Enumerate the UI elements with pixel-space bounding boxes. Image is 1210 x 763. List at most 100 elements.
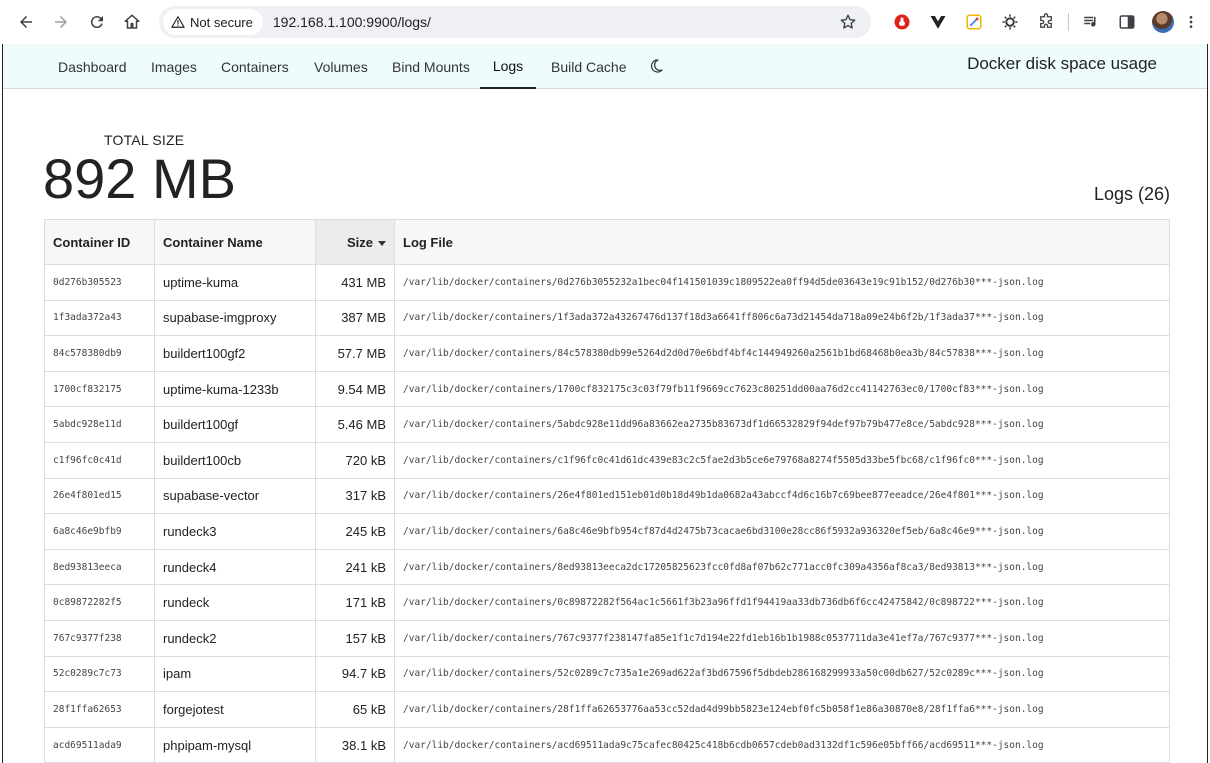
size-cell: 241 kB xyxy=(315,549,395,586)
top-navigation: Dashboard Images Containers Volumes Bind… xyxy=(3,44,1207,89)
log-file-cell: /var/lib/docker/containers/acd69511ada9c… xyxy=(394,727,1170,763)
container-id-cell: 84c578380db9 xyxy=(44,335,155,372)
log-file-cell: /var/lib/docker/containers/8ed93813eeca2… xyxy=(394,549,1170,586)
tab-containers[interactable]: Containers xyxy=(221,44,289,89)
side-panel-button[interactable] xyxy=(1109,8,1145,36)
color-picker-extension[interactable] xyxy=(956,8,992,36)
container-name-cell: buildert100gf xyxy=(154,406,316,443)
table-row[interactable]: 0c89872282f5 rundeck 171 kB/var/lib/docker… xyxy=(44,584,1170,621)
header-log-file[interactable]: Log File xyxy=(394,219,1170,265)
size-cell: 245 kB xyxy=(315,513,395,550)
header-container-name[interactable]: Container Name xyxy=(154,219,316,265)
home-icon xyxy=(124,14,140,29)
log-file-cell: /var/lib/docker/containers/6a8c46e9bfb95… xyxy=(394,513,1170,550)
logs-count: Logs (26) xyxy=(1093,184,1170,204)
log-file-cell: /var/lib/docker/containers/0c89872282f56… xyxy=(394,584,1170,621)
size-cell: 720 kB xyxy=(315,442,395,479)
container-name-cell: ipam xyxy=(154,656,316,693)
log-file-cell: /var/lib/docker/containers/c1f96fc0c41d6… xyxy=(394,442,1170,479)
table-row[interactable]: 1700cf832175 uptime-kuma-1233b 9.54 MB/var… xyxy=(44,371,1170,408)
tab-logs[interactable]: Logs xyxy=(480,44,536,89)
log-file-cell: /var/lib/docker/containers/767c9377f2381… xyxy=(394,620,1170,657)
table-row[interactable]: 84c578380db9 buildert100gf2 57.7 MB/var/li… xyxy=(44,335,1170,372)
vue-devtools-extension[interactable] xyxy=(920,8,956,36)
table-row[interactable]: 26e4f801ed15 supabase-vector 317 kB/var/li… xyxy=(44,478,1170,515)
puzzle-icon xyxy=(1040,13,1052,28)
moon-icon[interactable] xyxy=(648,58,664,74)
table-row[interactable]: 6a8c46e9bfb9 rundeck3 245 kB/var/lib/docke… xyxy=(44,513,1170,550)
log-file-cell: /var/lib/docker/containers/26e4f801ed151… xyxy=(394,478,1170,515)
table-row[interactable]: 5abdc928e11d buildert100gf 5.46 MB/var/lib… xyxy=(44,406,1170,443)
container-id-cell: 6a8c46e9bfb9 xyxy=(44,513,155,550)
size-cell: 38.1 kB xyxy=(315,727,395,763)
table-row[interactable]: 1f3ada372a43 supabase-imgproxy 387 MB/var/… xyxy=(44,300,1170,337)
side-panel-icon xyxy=(1119,15,1135,29)
container-name-cell: rundeck4 xyxy=(154,549,316,586)
hand-stop-icon xyxy=(894,14,910,30)
container-id-cell: 767c9377f238 xyxy=(44,620,155,657)
forward-button[interactable] xyxy=(43,0,79,44)
table-row[interactable]: acd69511ada9 phpipam-mysql 38.1 kB/var/lib… xyxy=(44,727,1170,763)
total-size-value: 892 MB xyxy=(43,147,236,210)
media-queue-button[interactable] xyxy=(1073,8,1109,36)
arrow-left-icon xyxy=(20,16,32,28)
back-button[interactable] xyxy=(8,0,44,44)
browser-menu-button[interactable] xyxy=(1181,8,1201,36)
extensions-puzzle-button[interactable] xyxy=(1028,8,1064,36)
container-id-cell: 26e4f801ed15 xyxy=(44,478,155,515)
container-id-cell: 0c89872282f5 xyxy=(44,584,155,621)
size-cell: 94.7 kB xyxy=(315,656,395,693)
container-id-cell: c1f96fc0c41d xyxy=(44,442,155,479)
browser-toolbar: Not secure 192.168.1.100:9900/logs/ xyxy=(0,0,1210,44)
header-container-id[interactable]: Container ID xyxy=(44,219,155,265)
total-size-label: TOTAL SIZE xyxy=(104,132,185,148)
tab-build-cache[interactable]: Build Cache xyxy=(551,44,627,89)
page-viewport: Dashboard Images Containers Volumes Bind… xyxy=(2,44,1208,763)
security-chip[interactable]: Not secure xyxy=(163,9,263,35)
adblock-extension[interactable] xyxy=(884,8,920,36)
size-cell: 5.46 MB xyxy=(315,406,395,443)
tab-bind-mounts[interactable]: Bind Mounts xyxy=(392,44,470,89)
tab-dashboard[interactable]: Dashboard xyxy=(58,44,127,89)
gear-sun-icon xyxy=(1002,14,1018,30)
container-id-cell: acd69511ada9 xyxy=(44,727,155,763)
address-bar[interactable]: Not secure 192.168.1.100:9900/logs/ xyxy=(159,6,871,38)
tab-volumes[interactable]: Volumes xyxy=(314,44,368,89)
color-picker-icon xyxy=(966,14,982,30)
toolbar-separator xyxy=(1068,13,1069,31)
table-header-row: Container ID Container Name Size Log Fil… xyxy=(44,219,1170,265)
home-button[interactable] xyxy=(114,0,150,44)
table-body: 0d276b305523 uptime-kuma 431 MB/var/lib/do… xyxy=(44,264,1170,763)
log-file-cell: /var/lib/docker/containers/1700cf832175c… xyxy=(394,371,1170,408)
sun-extension[interactable] xyxy=(992,8,1028,36)
table-row[interactable]: 767c9377f238 rundeck2 157 kB/var/lib/docke… xyxy=(44,620,1170,657)
container-name-cell: phpipam-mysql xyxy=(154,727,316,763)
warning-triangle-icon xyxy=(171,16,185,28)
size-cell: 65 kB xyxy=(315,691,395,728)
container-id-cell: 52c0289c7c73 xyxy=(44,656,155,693)
reload-icon xyxy=(90,16,103,29)
reload-button[interactable] xyxy=(79,0,115,44)
profile-button[interactable] xyxy=(1145,8,1181,36)
container-name-cell: buildert100cb xyxy=(154,442,316,479)
container-id-cell: 0d276b305523 xyxy=(44,264,155,301)
table-row[interactable]: 0d276b305523 uptime-kuma 431 MB/var/lib/do… xyxy=(44,264,1170,301)
table-row[interactable]: 8ed93813eeca rundeck4 241 kB/var/lib/docke… xyxy=(44,549,1170,586)
log-file-cell: /var/lib/docker/containers/28f1ffa626537… xyxy=(394,691,1170,728)
tab-images[interactable]: Images xyxy=(151,44,197,89)
container-id-cell: 28f1ffa62653 xyxy=(44,691,155,728)
table-row[interactable]: c1f96fc0c41d buildert100cb 720 kB/var/lib/… xyxy=(44,442,1170,479)
bookmark-star-icon[interactable] xyxy=(839,13,857,31)
container-id-cell: 1f3ada372a43 xyxy=(44,300,155,337)
table-row[interactable]: 52c0289c7c73 ipam 94.7 kB/var/lib/docker/c… xyxy=(44,656,1170,693)
security-label: Not secure xyxy=(190,14,253,30)
arrow-right-icon xyxy=(55,16,67,28)
log-file-cell: /var/lib/docker/containers/84c578380db99… xyxy=(394,335,1170,372)
container-id-cell: 5abdc928e11d xyxy=(44,406,155,443)
container-name-cell: buildert100gf2 xyxy=(154,335,316,372)
header-size[interactable]: Size xyxy=(315,219,395,265)
table-row[interactable]: 28f1ffa62653 forgejotest 65 kB/var/lib/doc… xyxy=(44,691,1170,728)
log-file-cell: /var/lib/docker/containers/52c0289c7c735… xyxy=(394,656,1170,693)
url-text[interactable]: 192.168.1.100:9900/logs/ xyxy=(273,14,431,30)
log-file-cell: /var/lib/docker/containers/5abdc928e11dd… xyxy=(394,406,1170,443)
